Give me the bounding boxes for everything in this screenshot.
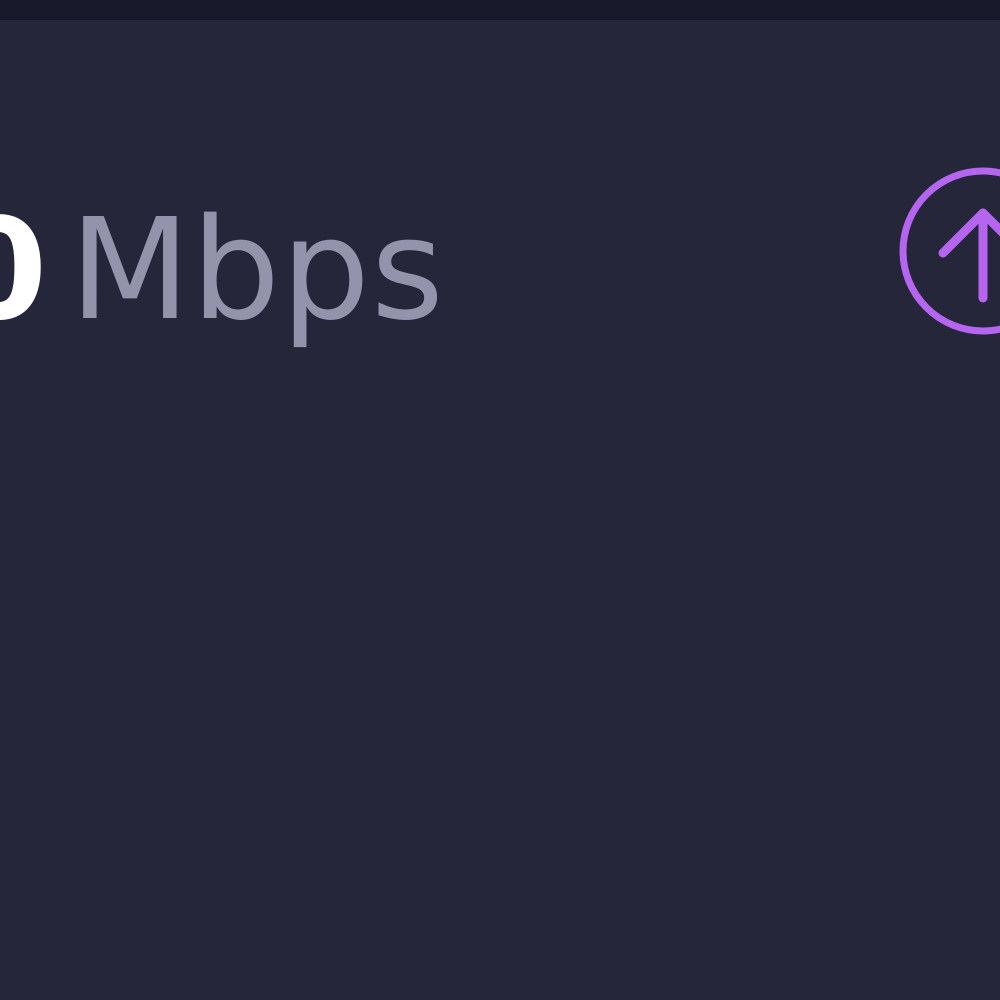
speed-unit: Mbps — [69, 188, 445, 352]
top-bar — [0, 0, 1000, 20]
upload-arrow-icon — [899, 167, 1000, 335]
speed-readout: 0 Mbps — [0, 188, 445, 352]
speed-value: 0 — [0, 189, 47, 352]
speed-panel: 0 Mbps — [0, 20, 1000, 1000]
